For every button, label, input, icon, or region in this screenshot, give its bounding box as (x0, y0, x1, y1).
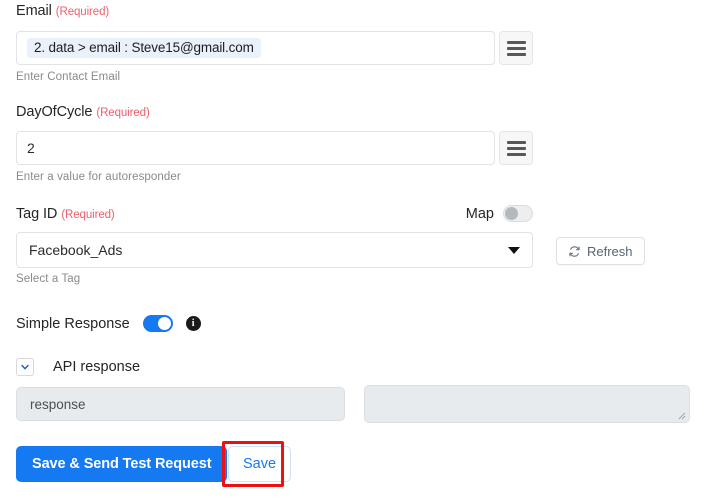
hamburger-bar-2 (506, 146, 526, 150)
simple-response-toggle[interactable] (142, 315, 173, 332)
email-label: Email (Required) (16, 3, 109, 19)
map-label: Map (465, 205, 494, 222)
api-response-collapse-button[interactable] (16, 358, 34, 376)
hamburger-bar-3 (506, 152, 526, 156)
simple-response-row: Simple Response i (16, 315, 201, 332)
email-field-group: Email (Required) (16, 3, 109, 19)
save-and-send-test-request-button[interactable]: Save & Send Test Request (16, 446, 228, 482)
email-variable-chip[interactable]: 2. data > email : Steve15@gmail.com (27, 38, 261, 58)
api-response-key-input: response (16, 387, 345, 421)
email-helper-text: Enter Contact Email (16, 71, 121, 83)
day-of-cycle-input-row: 2 (16, 131, 533, 165)
save-and-send-label: Save & Send Test Request (32, 456, 212, 472)
refresh-button-label: Refresh (587, 243, 633, 259)
email-menu-button[interactable] (499, 31, 533, 65)
map-toggle-group: Map (466, 205, 533, 222)
tag-id-label-row: Tag ID (Required) Map (16, 205, 533, 222)
api-response-section-label: API response (53, 359, 141, 375)
map-toggle[interactable] (503, 205, 533, 222)
refresh-button[interactable]: Refresh (556, 237, 645, 265)
day-of-cycle-label: DayOfCycle (Required) (16, 104, 150, 120)
tag-id-helper-text: Select a Tag (16, 273, 81, 285)
day-of-cycle-helper-text: Enter a value for autoresponder (16, 171, 181, 183)
chevron-down-icon (21, 364, 29, 370)
day-of-cycle-field-group: DayOfCycle (Required) (16, 104, 150, 120)
tag-id-label: Tag ID (Required) (16, 206, 115, 222)
email-required-tag: (Required) (55, 6, 110, 18)
email-input-row: 2. data > email : Steve15@gmail.com (16, 31, 533, 65)
map-toggle-knob (505, 207, 518, 220)
tag-id-required-tag: (Required) (61, 208, 115, 221)
tag-id-label-text: Tag ID (16, 205, 58, 222)
simple-response-label: Simple Response (16, 315, 130, 332)
api-response-header: API response (16, 358, 140, 376)
hamburger-bar-1 (506, 40, 526, 44)
api-response-value-textarea[interactable] (364, 385, 690, 423)
hamburger-bar-2 (506, 46, 526, 50)
day-of-cycle-value: 2 (27, 140, 35, 156)
chevron-down-icon (508, 246, 520, 254)
hamburger-bar-3 (506, 52, 526, 56)
save-button[interactable]: Save (228, 446, 292, 482)
day-of-cycle-input[interactable]: 2 (16, 131, 495, 165)
email-label-text: Email (16, 3, 52, 19)
form-panel: Email (Required) 2. data > email : Steve… (0, 0, 726, 500)
hamburger-bar-1 (506, 140, 526, 144)
tag-id-selected-value: Facebook_Ads (29, 242, 123, 258)
day-of-cycle-required-tag: (Required) (96, 107, 150, 119)
api-response-key-value: response (30, 396, 86, 412)
simple-response-toggle-knob (157, 317, 171, 330)
info-icon[interactable]: i (185, 316, 201, 331)
day-of-cycle-menu-button[interactable] (499, 131, 533, 165)
tag-id-select[interactable]: Facebook_Ads (16, 232, 533, 268)
resize-grip-icon[interactable] (677, 411, 686, 420)
day-of-cycle-label-text: DayOfCycle (16, 104, 93, 120)
email-input[interactable]: 2. data > email : Steve15@gmail.com (16, 31, 495, 65)
refresh-icon (569, 245, 580, 257)
save-button-label: Save (243, 456, 277, 472)
